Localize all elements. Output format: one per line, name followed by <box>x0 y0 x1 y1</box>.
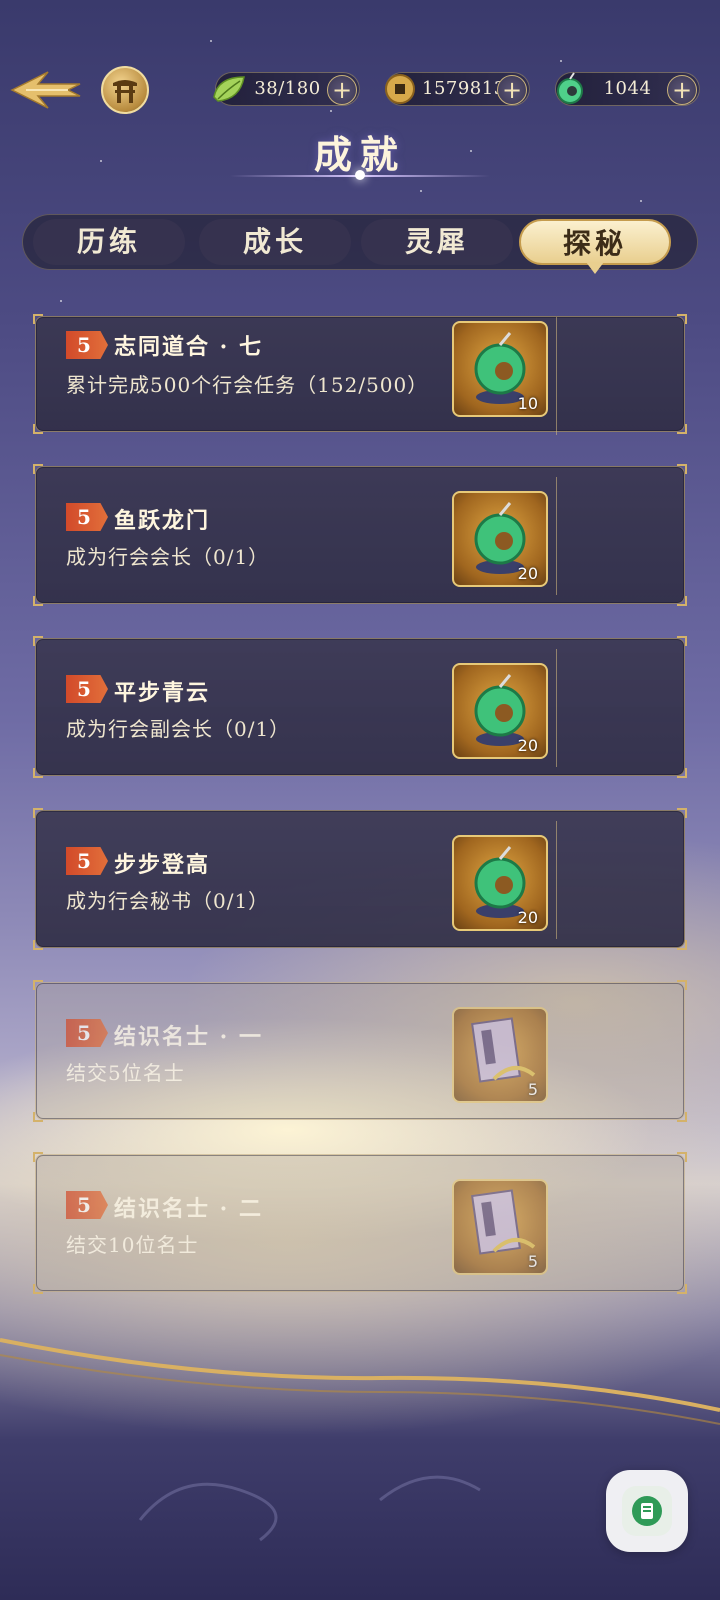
achievement-card-locked[interactable]: 5 结识名士 · 二 结交10位名士 5 <box>33 1152 687 1294</box>
reward-item[interactable]: 10 <box>452 321 548 417</box>
add-coin-button[interactable]: + <box>497 75 527 105</box>
copper-coin-icon <box>380 69 420 109</box>
reward-item[interactable]: 20 <box>452 663 548 759</box>
jade-resource: 1044 + <box>555 72 700 106</box>
achievement-name: 平步青云 <box>114 680 211 706</box>
achievement-desc: 成为行会会长（0/1） <box>66 545 270 569</box>
tier-badge: 5 <box>66 331 108 359</box>
reward-item[interactable]: 20 <box>452 491 548 587</box>
reward-qty: 10 <box>517 394 538 413</box>
achievement-name: 步步登高 <box>114 852 211 878</box>
achievement-name: 鱼跃龙门 <box>114 508 211 534</box>
achievement-desc: 结交10位名士 <box>66 1233 199 1257</box>
reward-item[interactable]: 5 <box>452 1179 548 1275</box>
tab-exploration[interactable]: 探秘 <box>519 219 671 265</box>
gate-icon <box>113 80 137 103</box>
achievement-desc: 累计完成500个行会任务（152/500） <box>66 373 429 397</box>
tier-badge: 5 <box>66 675 108 703</box>
achievement-card[interactable]: 5 志同道合 · 七 累计完成500个行会任务（152/500） 10 <box>33 314 687 435</box>
card-divider <box>556 477 557 595</box>
stamina-resource: 38/180 + <box>213 72 360 106</box>
coin-value: 15798132 <box>422 78 518 99</box>
reward-item[interactable]: 5 <box>452 1007 548 1103</box>
cloud-swirl-decoration <box>0 1338 720 1542</box>
achievement-name: 志同道合 · 七 <box>114 334 263 360</box>
reward-item[interactable]: 20 <box>452 835 548 931</box>
leaf-stamina-icon <box>210 69 250 109</box>
reward-qty: 20 <box>517 736 538 755</box>
floating-help-button[interactable] <box>606 1470 688 1552</box>
card-divider <box>556 317 557 435</box>
card-divider <box>556 649 557 767</box>
tab-growth[interactable]: 成长 <box>199 219 351 265</box>
add-jade-button[interactable]: + <box>667 75 697 105</box>
stamina-value: 38/180 <box>254 78 321 99</box>
reward-qty: 5 <box>527 1252 538 1271</box>
coin-resource: 15798132 + <box>385 72 530 106</box>
achievement-name: 结识名士 · 一 <box>114 1024 263 1050</box>
top-bar: 38/180 + 15798132 + 1044 + <box>0 60 720 120</box>
category-tabs: 历练 成长 灵犀 探秘 <box>22 214 698 270</box>
jade-pendant-icon <box>550 69 590 109</box>
tab-training[interactable]: 历练 <box>33 219 185 265</box>
home-button[interactable] <box>101 66 149 114</box>
tier-badge: 5 <box>66 503 108 531</box>
achievement-desc: 结交5位名士 <box>66 1061 185 1085</box>
reward-qty: 20 <box>517 564 538 583</box>
achievement-desc: 成为行会秘书（0/1） <box>66 889 270 913</box>
achievement-card[interactable]: 5 鱼跃龙门 成为行会会长（0/1） 20 <box>33 464 687 606</box>
achievement-card[interactable]: 5 步步登高 成为行会秘书（0/1） 20 <box>33 808 687 950</box>
achievement-desc: 成为行会副会长（0/1） <box>66 717 291 741</box>
tab-affinity[interactable]: 灵犀 <box>361 219 513 265</box>
achievement-name: 结识名士 · 二 <box>114 1196 263 1222</box>
tier-badge: 5 <box>66 1019 108 1047</box>
tier-badge: 5 <box>66 1191 108 1219</box>
guide-book-icon <box>632 1496 662 1526</box>
achievement-card-locked[interactable]: 5 结识名士 · 一 结交5位名士 5 <box>33 980 687 1122</box>
add-stamina-button[interactable]: + <box>327 75 357 105</box>
back-arrow-icon <box>10 71 81 109</box>
jade-value: 1044 <box>603 78 652 99</box>
tier-badge: 5 <box>66 847 108 875</box>
reward-qty: 20 <box>517 908 538 927</box>
back-button[interactable] <box>8 66 84 114</box>
achievement-card[interactable]: 5 平步青云 成为行会副会长（0/1） 20 <box>33 636 687 778</box>
card-divider <box>556 821 557 939</box>
reward-qty: 5 <box>527 1080 538 1099</box>
title-ornament <box>355 170 365 180</box>
